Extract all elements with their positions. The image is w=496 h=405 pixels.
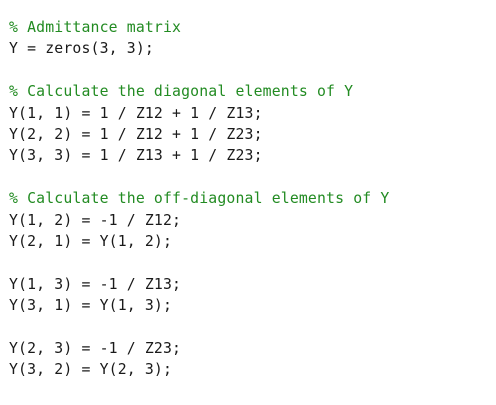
comment-line: % Admittance matrix [9, 19, 182, 36]
code-line: Y(1, 1) = 1 / Z12 + 1 / Z13; [9, 104, 263, 122]
code-line: Y(1, 2) = -1 / Z12; [9, 211, 182, 229]
code-line: Y(3, 3) = 1 / Z13 + 1 / Z23; [9, 147, 263, 165]
code-line: Y(3, 1) = Y(1, 3); [9, 297, 173, 315]
comment-line: % Calculate the diagonal elements of Y [9, 83, 354, 101]
code-line: Y(2, 2) = 1 / Z12 + 1 / Z23; [9, 125, 263, 143]
code-line: Y(3, 2) = Y(2, 3); [9, 361, 173, 379]
code-line: Y = zeros(3, 3); [9, 40, 154, 58]
code-block: % Admittance matrix Y = zeros(3, 3); % C… [9, 17, 389, 381]
code-editor[interactable]: % Admittance matrix Y = zeros(3, 3); % C… [0, 0, 496, 405]
code-line: Y(2, 3) = -1 / Z23; [9, 339, 182, 357]
comment-line: % Calculate the off-diagonal elements of… [9, 190, 390, 208]
code-line: Y(1, 3) = -1 / Z13; [9, 275, 182, 293]
code-line: Y(2, 1) = Y(1, 2); [9, 232, 173, 250]
